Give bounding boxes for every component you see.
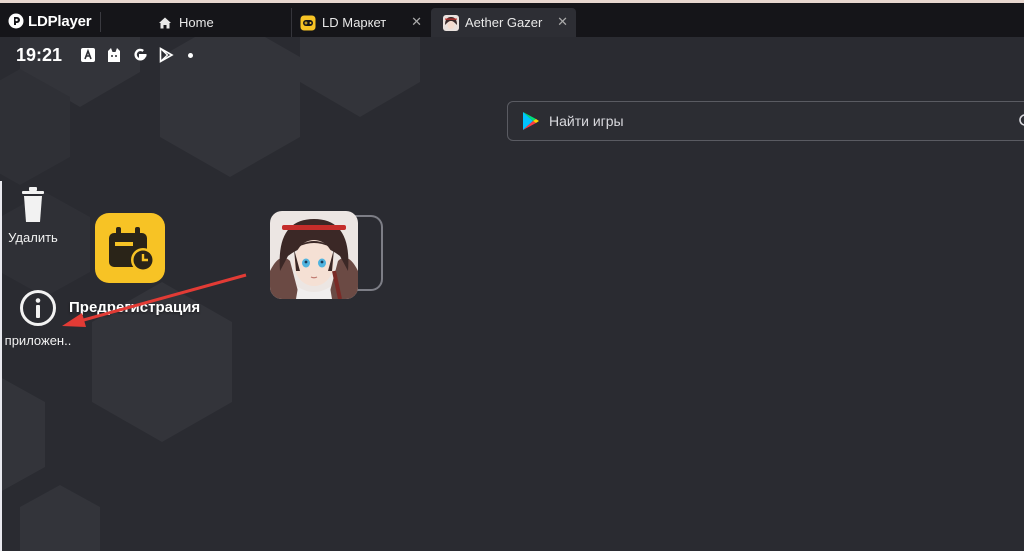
notification-a-icon bbox=[81, 48, 96, 62]
home-icon bbox=[159, 17, 171, 28]
gamepad-icon bbox=[300, 15, 316, 30]
app-info-label: приложен.. bbox=[4, 333, 72, 348]
uninstall-drop-target[interactable]: Удалить bbox=[0, 184, 66, 245]
trash-icon bbox=[22, 187, 44, 222]
tab-ld-market[interactable]: LD Маркет ✕ bbox=[291, 8, 430, 37]
game-search-bar[interactable]: Найти игры bbox=[507, 101, 1024, 141]
ldplayer-logo-icon bbox=[8, 13, 24, 29]
close-icon[interactable]: ✕ bbox=[557, 14, 568, 30]
aether-gazer-character-icon bbox=[270, 211, 358, 299]
tab-home-label: Home bbox=[179, 15, 214, 30]
more-dot-icon bbox=[188, 52, 194, 58]
google-play-icon bbox=[523, 112, 539, 130]
preregistration-app-label: Предрегистрация bbox=[69, 299, 201, 316]
play-store-icon bbox=[159, 47, 174, 63]
status-bar: 19:21 bbox=[16, 44, 194, 66]
android-desktop: 19:21 Найти игры Удалить приложен.. Пред… bbox=[0, 37, 1024, 551]
search-icon[interactable] bbox=[1018, 113, 1024, 129]
title-separator bbox=[100, 12, 101, 32]
tab-aether-gazer[interactable]: Aether Gazer ✕ bbox=[431, 8, 576, 37]
preregistration-app-icon[interactable] bbox=[95, 213, 165, 283]
aether-gazer-app-icon[interactable] bbox=[270, 211, 358, 299]
google-g-icon bbox=[134, 48, 147, 61]
cat-app-icon bbox=[108, 48, 121, 62]
calendar-clock-icon bbox=[109, 227, 155, 272]
app-name: LDPlayer bbox=[28, 12, 92, 30]
tab-home[interactable]: Home bbox=[145, 8, 285, 37]
app-info-drop-target[interactable]: приложен.. bbox=[0, 289, 76, 348]
uninstall-label: Удалить bbox=[8, 230, 58, 245]
close-icon[interactable]: ✕ bbox=[411, 14, 422, 30]
title-bar: LDPlayer Home LD Маркет ✕ Aether Gazer ✕ bbox=[0, 0, 1024, 37]
tab-ld-market-label: LD Маркет bbox=[322, 15, 387, 30]
ldplayer-logo: LDPlayer bbox=[8, 9, 92, 33]
search-input[interactable]: Найти игры bbox=[549, 113, 624, 129]
tab-aether-gazer-label: Aether Gazer bbox=[465, 15, 543, 30]
info-icon bbox=[20, 290, 56, 326]
status-clock: 19:21 bbox=[16, 44, 63, 65]
game-avatar-icon bbox=[443, 14, 459, 31]
